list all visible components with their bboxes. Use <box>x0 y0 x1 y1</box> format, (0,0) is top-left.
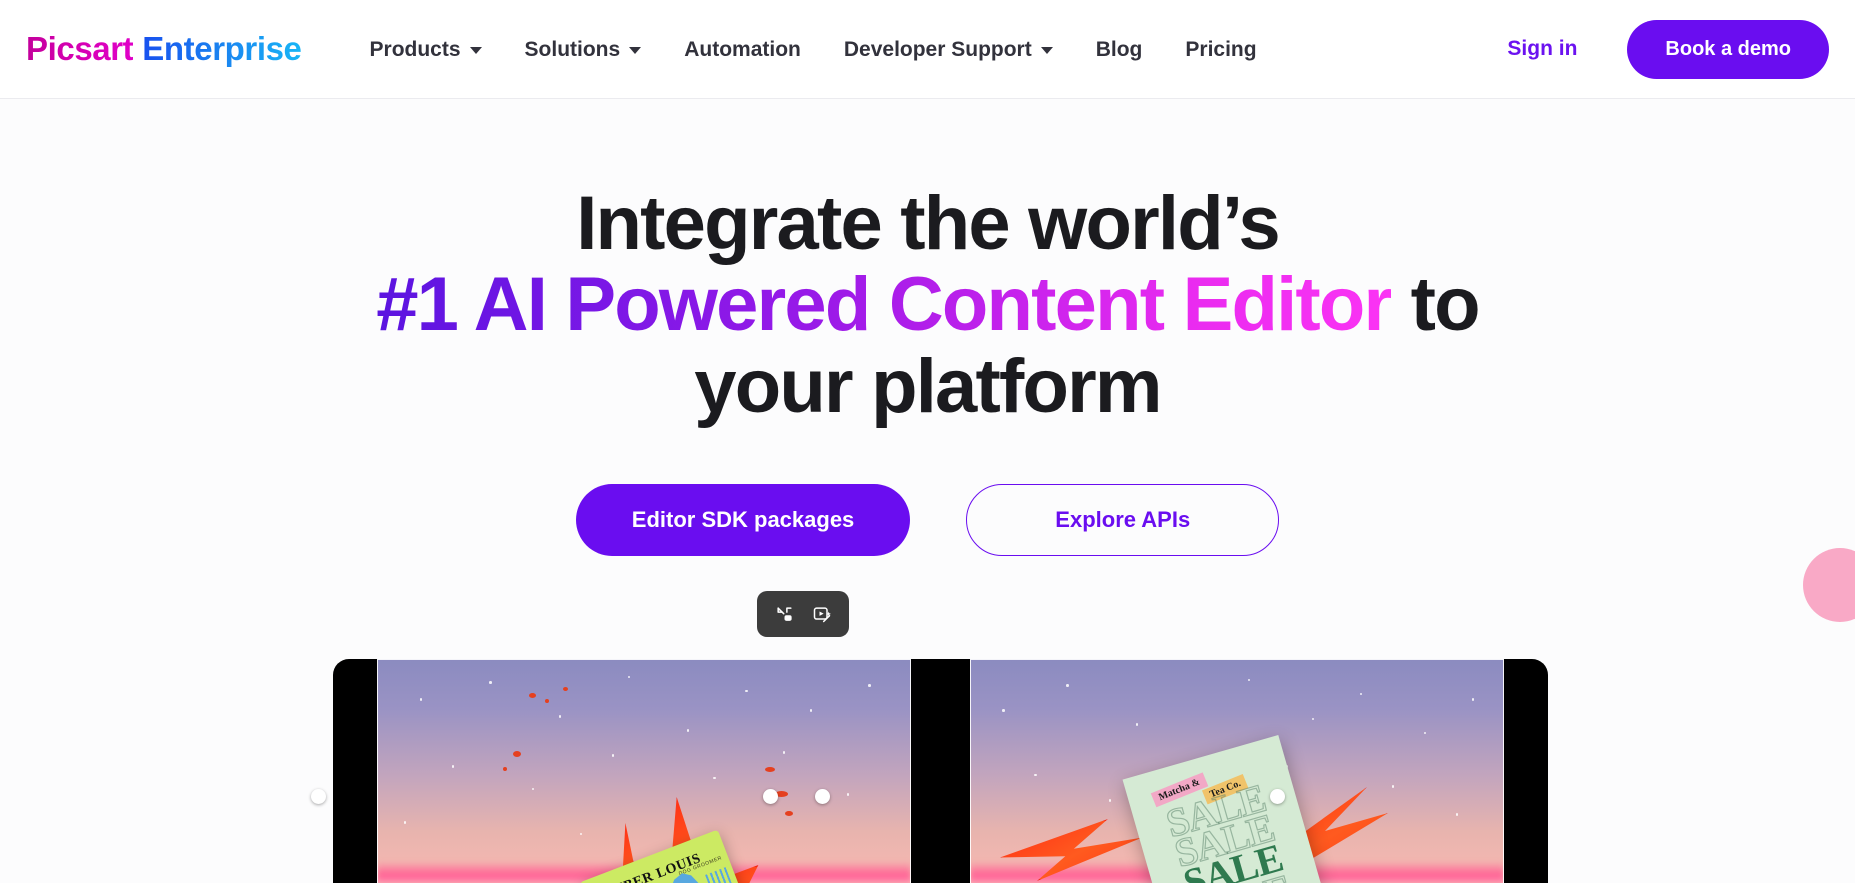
explore-apis-button[interactable]: Explore APIs <box>966 483 1280 556</box>
editor-sdk-packages-button[interactable]: Editor SDK packages <box>575 483 911 556</box>
brand-logo[interactable]: Picsart Enterprise <box>26 30 302 68</box>
nav-label-developer-support: Developer Support <box>843 37 1032 61</box>
resize-handle-left[interactable] <box>311 789 326 804</box>
nav-item-solutions[interactable]: Solutions <box>525 39 642 60</box>
sale-poster-artwork[interactable]: Matcha & Tea Co. SALE SALE SALE SALE SAL… <box>1122 734 1340 883</box>
nav-label-products: Products <box>369 37 461 61</box>
resize-handle-mid-right[interactable] <box>815 789 830 804</box>
nav-item-products[interactable]: Products <box>370 39 482 60</box>
hero-cta-row: Editor SDK packages Explore APIs <box>0 483 1855 556</box>
nav-item-pricing[interactable]: Pricing <box>1185 39 1256 60</box>
headline-gradient-phrase: #1 AI Powered Content Editor <box>376 262 1393 348</box>
fit-to-frame-icon[interactable] <box>767 599 801 629</box>
nav-label-solutions: Solutions <box>524 37 621 61</box>
nav-label-pricing: Pricing <box>1185 37 1257 61</box>
chevron-down-icon <box>469 47 482 54</box>
page-title: Integrate the world’s #1 AI Powered Cont… <box>278 183 1578 427</box>
chevron-down-icon <box>629 47 642 54</box>
landing-page: Picsart Enterprise Products Solutions Aut… <box>0 0 1855 883</box>
site-header: Picsart Enterprise Products Solutions Aut… <box>0 0 1855 99</box>
nav-item-automation[interactable]: Automation <box>684 39 801 60</box>
headline-line-1: Integrate the world’s <box>576 181 1280 266</box>
nav-label-automation: Automation <box>684 37 801 61</box>
headline-line-3: your platform <box>694 343 1162 429</box>
book-a-demo-button[interactable]: Book a demo <box>1627 19 1829 79</box>
pink-circle-decoration <box>1803 548 1855 622</box>
chevron-down-icon <box>1040 47 1053 54</box>
logo-enterprise-text: Enterprise <box>142 30 302 67</box>
logo-picsart-text: Picsart <box>26 30 134 67</box>
nav-item-developer-support[interactable]: Developer Support <box>844 39 1053 60</box>
canvas-left[interactable]: AMBER LOUIS DOG GROOMER CUTE PUP <box>377 659 911 883</box>
sign-in-link[interactable]: Sign in <box>1507 37 1577 61</box>
header-actions: Sign in Book a demo <box>1507 19 1829 79</box>
resize-handle-right[interactable] <box>1270 789 1285 804</box>
floating-toolbar <box>757 591 849 637</box>
headline-line-2-tail: to <box>1391 262 1481 348</box>
video-magic-icon[interactable] <box>805 599 839 629</box>
resize-handle-mid-left[interactable] <box>763 789 778 804</box>
hero-section: Integrate the world’s #1 AI Powered Cont… <box>0 99 1855 556</box>
business-card-artwork[interactable]: AMBER LOUIS DOG GROOMER CUTE PUP <box>579 829 751 883</box>
canvas-right[interactable]: Matcha & Tea Co. SALE SALE SALE SALE SAL… <box>970 659 1504 883</box>
star-field-left <box>377 659 911 883</box>
main-navigation: Products Solutions Automation Developer … <box>370 39 1257 60</box>
nav-item-blog[interactable]: Blog <box>1096 39 1143 60</box>
editor-preview: AMBER LOUIS DOG GROOMER CUTE PUP <box>311 591 1548 883</box>
nav-label-blog: Blog <box>1095 37 1143 61</box>
